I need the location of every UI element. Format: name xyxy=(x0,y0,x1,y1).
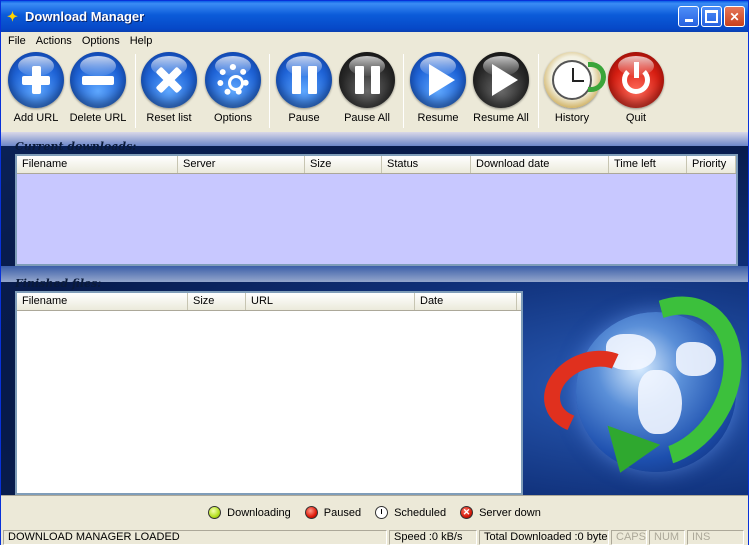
pause-label: Pause xyxy=(288,112,320,124)
status-ins: INS xyxy=(687,530,744,545)
toolbar-separator xyxy=(269,54,270,128)
legend-downloading-label: Downloading xyxy=(227,506,291,519)
pause-all-icon xyxy=(339,52,395,108)
column-size[interactable]: Size xyxy=(188,293,246,310)
add-url-button[interactable]: Add URL xyxy=(3,52,69,124)
legend-paused: Paused xyxy=(304,506,362,519)
pause-icon xyxy=(276,52,332,108)
minus-icon xyxy=(70,52,126,108)
status-num: NUM xyxy=(649,530,685,545)
minimize-button[interactable] xyxy=(678,6,699,27)
window-controls: ✕ xyxy=(678,6,745,27)
status-total-downloaded: Total Downloaded :0 bytes xyxy=(479,530,609,545)
status-bar: DOWNLOAD MANAGER LOADED Speed :0 kB/s To… xyxy=(1,529,748,545)
legend-downloading: Downloading xyxy=(208,506,291,519)
quit-label: Quit xyxy=(625,112,647,124)
divider-strip xyxy=(1,266,748,282)
column-time-left[interactable]: Time left xyxy=(609,156,687,173)
plus-icon xyxy=(8,52,64,108)
power-icon xyxy=(608,52,664,108)
toolbar-separator xyxy=(403,54,404,128)
status-caps: CAPS xyxy=(611,530,647,545)
menu-actions[interactable]: Actions xyxy=(31,35,77,47)
legend-paused-label: Paused xyxy=(323,506,362,519)
current-downloads-header: Filename Server Size Status Download dat… xyxy=(17,156,736,174)
history-label: History xyxy=(554,112,590,124)
x-icon xyxy=(141,52,197,108)
options-label: Options xyxy=(214,112,252,124)
options-button[interactable]: Options xyxy=(200,52,266,124)
pause-button[interactable]: Pause xyxy=(271,52,337,124)
current-downloads-list[interactable]: Filename Server Size Status Download dat… xyxy=(15,154,738,266)
pause-all-button[interactable]: Pause All xyxy=(334,52,400,124)
close-button[interactable]: ✕ xyxy=(724,6,745,27)
legend-scheduled-label: Scheduled xyxy=(394,506,447,519)
column-filename[interactable]: Filename xyxy=(17,156,178,173)
column-download-date[interactable]: Download date xyxy=(471,156,609,173)
reset-list-label: Reset list xyxy=(146,112,192,124)
column-server[interactable]: Server xyxy=(178,156,305,173)
resume-label: Resume xyxy=(417,112,459,124)
green-dot-icon xyxy=(208,506,222,519)
status-message: DOWNLOAD MANAGER LOADED xyxy=(3,530,387,545)
resume-all-icon xyxy=(473,52,529,108)
menu-bar: File Actions Options Help xyxy=(1,32,748,50)
globe-illustration xyxy=(532,269,749,495)
finished-files-title: Finished files: xyxy=(15,277,102,290)
toolbar: Add URL Delete URL Reset list Options Pa… xyxy=(1,50,748,132)
window-title: Download Manager xyxy=(25,9,145,24)
history-button[interactable]: History xyxy=(539,52,606,124)
main-panel: Current downloads: Filename Server Size … xyxy=(1,132,749,495)
legend-server-down-label: Server down xyxy=(479,506,541,519)
delete-url-label: Delete URL xyxy=(69,112,127,124)
legend-scheduled: Scheduled xyxy=(375,506,446,519)
add-url-label: Add URL xyxy=(13,112,59,124)
resume-all-button[interactable]: Resume All xyxy=(468,52,534,124)
column-status[interactable]: Status xyxy=(382,156,471,173)
app-icon: ✦ xyxy=(7,8,18,24)
column-url[interactable]: URL xyxy=(246,293,415,310)
play-icon xyxy=(410,52,466,108)
resume-button[interactable]: Resume xyxy=(405,52,471,124)
quit-button[interactable]: Quit xyxy=(603,52,669,124)
reset-list-button[interactable]: Reset list xyxy=(136,52,202,124)
current-downloads-title: Current downloads: xyxy=(15,140,137,153)
finished-files-header: Filename Size URL Date xyxy=(17,293,521,311)
column-filename[interactable]: Filename xyxy=(17,293,188,310)
menu-file[interactable]: File xyxy=(3,35,31,47)
status-speed: Speed :0 kB/s xyxy=(389,530,477,545)
resume-all-label: Resume All xyxy=(473,112,529,124)
clock-icon xyxy=(544,52,606,108)
clock-dot-icon xyxy=(375,506,389,519)
maximize-button[interactable] xyxy=(701,6,722,27)
finished-files-list[interactable]: Filename Size URL Date xyxy=(15,291,523,495)
column-priority[interactable]: Priority xyxy=(687,156,736,173)
legend-server-down: ✕ Server down xyxy=(460,506,541,519)
menu-options[interactable]: Options xyxy=(77,35,125,47)
title-bar[interactable]: ✦ Download Manager ✕ xyxy=(1,1,748,32)
column-date[interactable]: Date xyxy=(415,293,517,310)
column-size[interactable]: Size xyxy=(305,156,382,173)
app-window: ✦ Download Manager ✕ File Actions Option… xyxy=(0,0,749,545)
pause-all-label: Pause All xyxy=(344,112,390,124)
red-dot-icon xyxy=(304,506,318,519)
menu-help[interactable]: Help xyxy=(125,35,158,47)
gear-icon xyxy=(205,52,261,108)
status-legend: Downloading Paused Scheduled ✕ Server do… xyxy=(1,495,748,529)
delete-url-button[interactable]: Delete URL xyxy=(65,52,131,124)
error-dot-icon: ✕ xyxy=(460,506,474,519)
